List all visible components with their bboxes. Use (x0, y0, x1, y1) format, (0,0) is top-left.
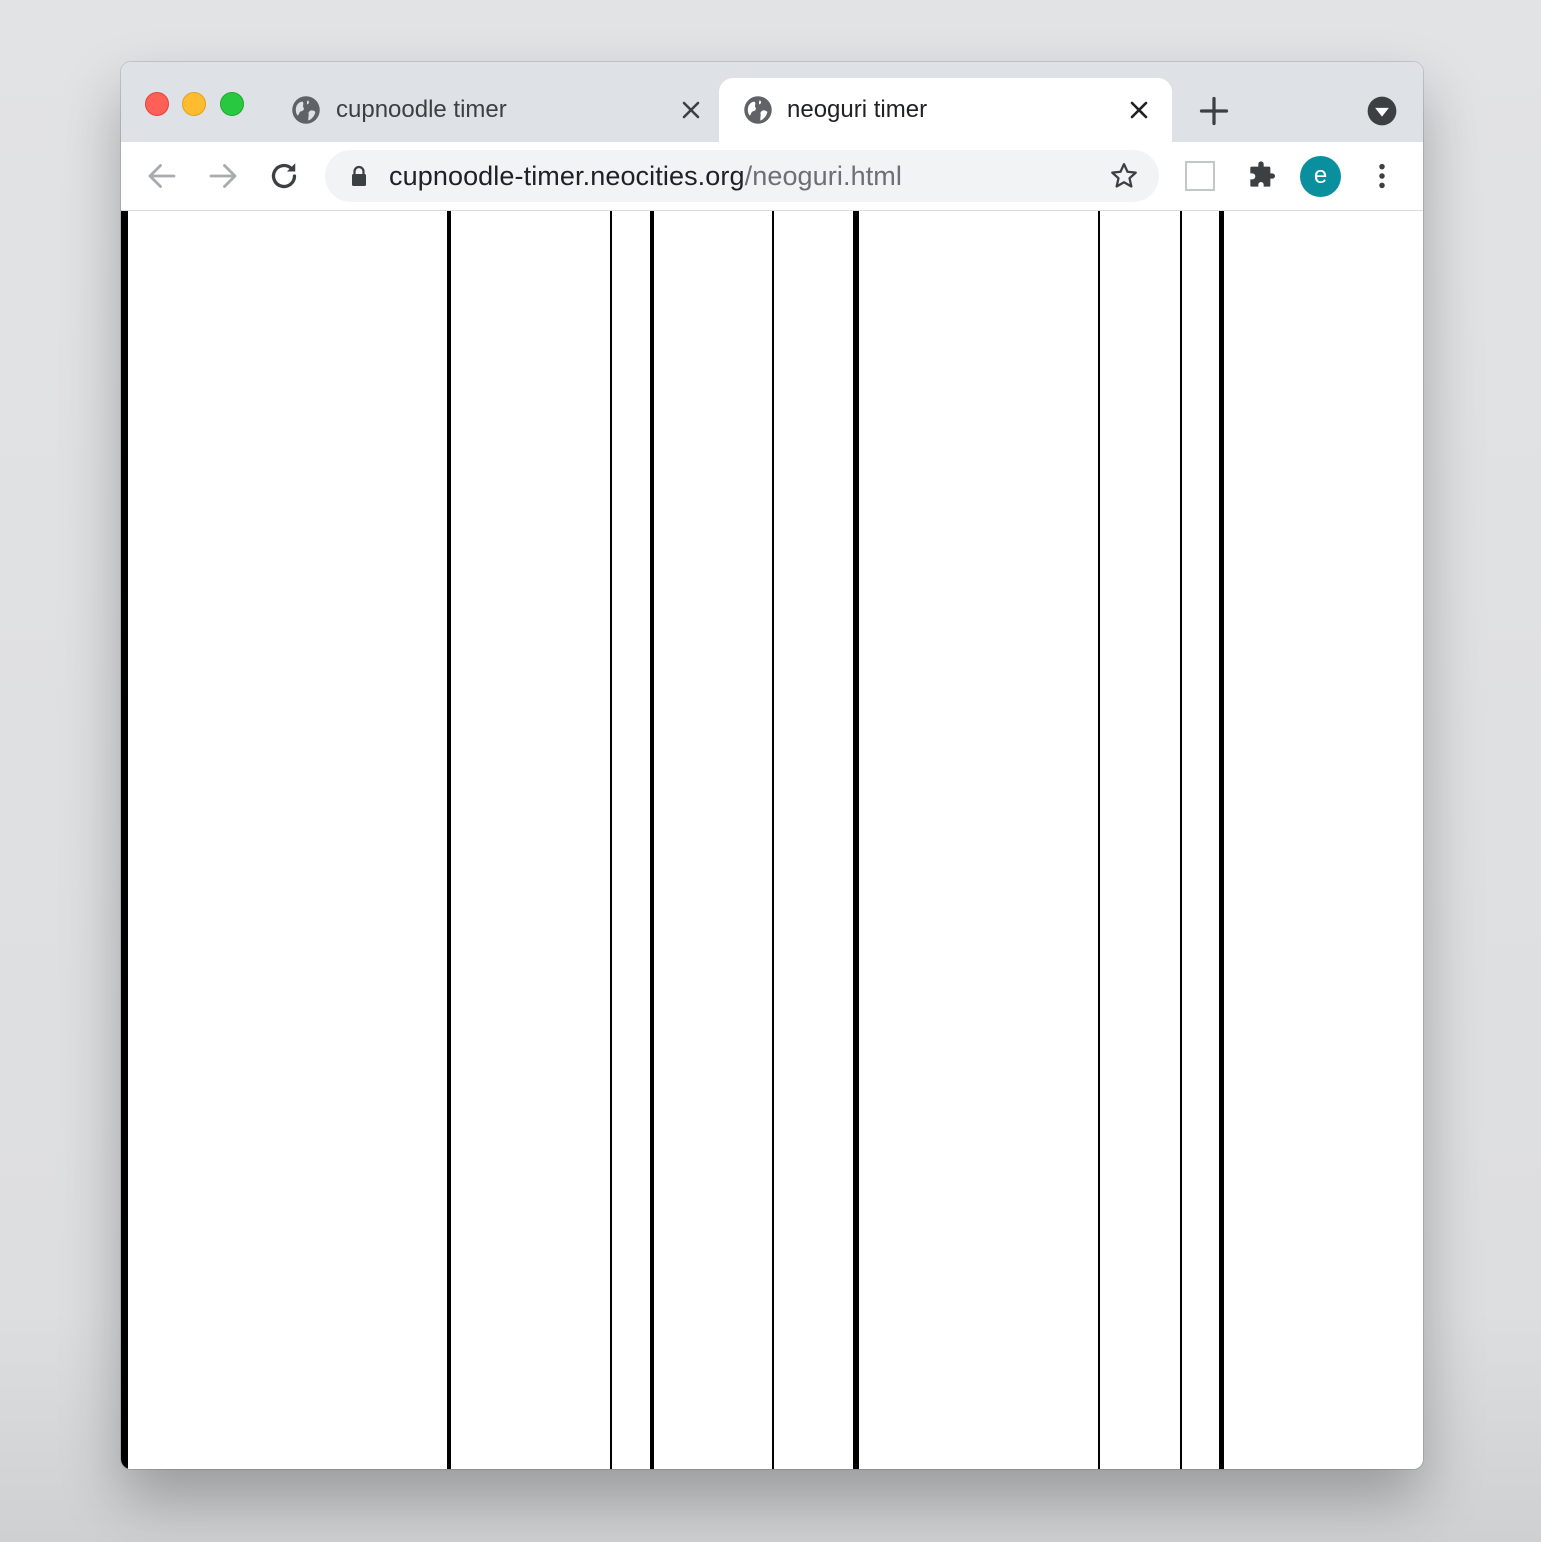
vertical-line (447, 211, 451, 1469)
tab-title: neoguri timer (787, 96, 928, 123)
toolbar: cupnoodle-timer.neocities.org/neoguri.ht… (121, 142, 1423, 211)
address-bar[interactable]: cupnoodle-timer.neocities.org/neoguri.ht… (325, 150, 1159, 202)
page-content (121, 211, 1423, 1469)
new-tab-plus-icon[interactable] (1199, 96, 1229, 126)
vertical-line (1098, 211, 1100, 1469)
tab-cupnoodle-timer[interactable]: cupnoodle timer (271, 78, 721, 142)
vertical-line (1180, 211, 1182, 1469)
close-icon[interactable] (679, 98, 703, 122)
bookmark-star-icon[interactable] (1109, 161, 1139, 191)
tab-title: cupnoodle timer (336, 96, 507, 123)
tab-search-chevron-down-icon[interactable] (1367, 96, 1397, 126)
vertical-line (772, 211, 774, 1469)
vertical-line (121, 211, 128, 1469)
window-maximize-button[interactable] (220, 92, 244, 116)
extensions-puzzle-icon[interactable] (1245, 160, 1277, 192)
globe-icon (744, 96, 772, 124)
url-path: /neoguri.html (744, 161, 902, 191)
globe-icon (292, 96, 320, 124)
lock-icon[interactable] (349, 165, 369, 187)
close-icon[interactable] (1127, 98, 1151, 122)
vertical-lines-canvas (121, 211, 1224, 1469)
vertical-line (610, 211, 612, 1469)
profile-avatar[interactable]: e (1300, 156, 1341, 197)
vertical-line (1219, 211, 1224, 1469)
vertical-line (650, 211, 654, 1469)
url-host: cupnoodle-timer.neocities.org (389, 161, 745, 191)
back-arrow-icon[interactable] (144, 158, 180, 194)
tab-strip: cupnoodle timer neoguri timer (121, 62, 1423, 142)
reload-icon[interactable] (266, 158, 302, 194)
tab-neoguri-timer[interactable]: neoguri timer (719, 78, 1172, 142)
browser-window: cupnoodle timer neoguri timer cupnoodle-… (121, 62, 1423, 1469)
window-close-button[interactable] (145, 92, 169, 116)
window-minimize-button[interactable] (182, 92, 206, 116)
forward-arrow-icon[interactable] (205, 158, 241, 194)
extension-icon[interactable] (1185, 161, 1215, 191)
vertical-line (853, 211, 859, 1469)
more-vertical-menu-icon[interactable] (1367, 160, 1397, 192)
desktop: cupnoodle timer neoguri timer cupnoodle-… (0, 0, 1541, 1542)
url-text: cupnoodle-timer.neocities.org/neoguri.ht… (389, 159, 902, 193)
